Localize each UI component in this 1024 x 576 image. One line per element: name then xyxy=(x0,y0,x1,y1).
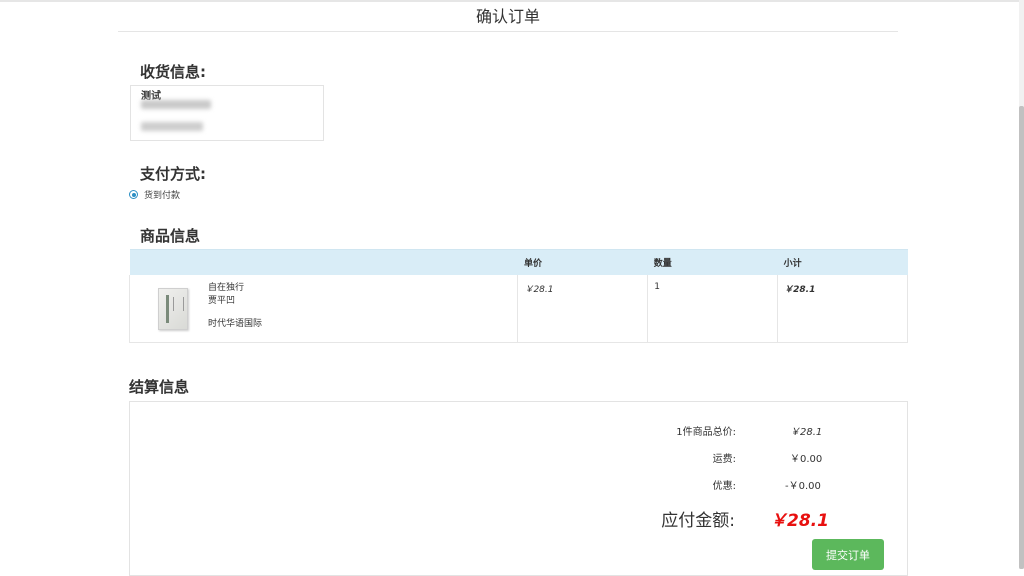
subtotal: ￥28.1 xyxy=(777,274,908,343)
payment-option-cod[interactable]: 货到付款 xyxy=(129,188,180,201)
product-author: 贾平凹 xyxy=(208,295,236,306)
phone-redacted xyxy=(141,122,203,131)
quantity: 1 xyxy=(647,274,778,343)
submit-order-button[interactable]: 提交订单 xyxy=(812,539,884,570)
settlement-box: 1件商品总价: ￥28.1 运费: ￥0.00 优惠: -￥0.00 应付金额:… xyxy=(129,401,908,576)
product-publisher: 时代华语国际 xyxy=(208,318,263,329)
items-total-value: ￥28.1 xyxy=(790,427,823,438)
payment-option-label: 货到付款 xyxy=(144,191,181,201)
unit-price: ￥28.1 xyxy=(517,274,648,343)
settlement-heading: 结算信息 xyxy=(129,378,190,396)
page-title: 确认订单 xyxy=(475,7,540,26)
radio-selected-icon[interactable] xyxy=(129,190,138,199)
discount-value: -￥0.00 xyxy=(785,481,821,492)
col-qty: 数量 xyxy=(647,249,778,275)
book-cover-image[interactable] xyxy=(158,287,188,330)
product-cell: 自在独行 贾平凹 时代华语国际 xyxy=(128,274,518,343)
scrollbar-thumb[interactable] xyxy=(1019,106,1024,569)
goods-table-header: 单价 数量 小计 xyxy=(129,249,908,275)
col-price: 单价 xyxy=(517,249,648,275)
address-card[interactable]: 测试 xyxy=(130,85,324,141)
shipping-fee-label: 运费: xyxy=(712,454,736,465)
address-redacted xyxy=(141,100,211,109)
payable-label: 应付金额: xyxy=(661,511,735,531)
shipping-heading: 收货信息: xyxy=(140,63,206,81)
payable-amount: ￥28.1 xyxy=(770,511,829,531)
shipping-fee-value: ￥0.00 xyxy=(790,454,823,465)
page-header: 确认订单 xyxy=(118,0,898,32)
col-product xyxy=(129,249,518,275)
goods-heading: 商品信息 xyxy=(140,227,201,245)
col-subtotal: 小计 xyxy=(777,249,908,275)
goods-table: 单价 数量 小计 自在独行 贾平凹 时代华语国际 ￥28.1 1 ￥28.1 xyxy=(128,249,908,343)
table-row: 自在独行 贾平凹 时代华语国际 ￥28.1 1 ￥28.1 xyxy=(128,274,908,343)
items-total-label: 1件商品总价: xyxy=(676,427,736,438)
product-title[interactable]: 自在独行 xyxy=(208,282,262,295)
discount-label: 优惠: xyxy=(712,481,736,492)
payment-heading: 支付方式: xyxy=(140,165,206,183)
